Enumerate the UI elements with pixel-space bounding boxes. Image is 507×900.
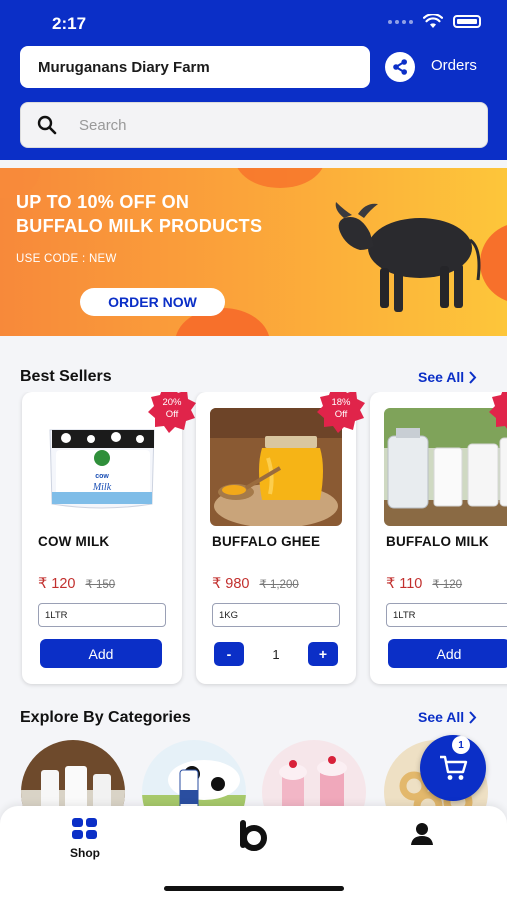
svg-text:cow: cow [95,473,109,480]
app-header: 2:17 Muruganans Diary Farm Orders [0,0,507,160]
see-all-label: See All [418,709,465,725]
badge-percent: 18% [331,397,351,408]
increment-button[interactable]: + [307,642,338,666]
search-bar[interactable] [20,102,488,148]
see-all-label: See All [418,369,465,385]
product-name: BUFFALO GHEE [212,534,321,549]
product-card[interactable]: 18% Off BUFFALO GHEE ₹ 980 ₹ 1,200 1KG - … [196,392,365,684]
status-time: 2:17 [52,14,87,33]
grid-icon [72,818,97,839]
best-sellers-carousel[interactable]: cow Milk 20% Off COW MILK ₹ 120 ₹ 150 1LT… [0,392,507,690]
brand-logo-icon [240,820,267,851]
search-input[interactable] [79,116,459,134]
nav-profile[interactable] [410,822,434,851]
best-sellers-see-all[interactable]: See All [418,369,477,385]
buffalo-image [335,202,481,312]
product-card[interactable]: BUFFALO MILK ₹ 110 ₹ 120 1LTR Add [370,392,507,684]
best-sellers-title: Best Sellers [20,368,112,385]
promo-banner[interactable]: UP TO 10% OFF ON BUFFALO MILK PRODUCTS U… [0,168,507,336]
decrement-button[interactable]: - [214,642,244,666]
orders-link[interactable]: Orders [431,57,477,74]
add-button[interactable]: Add [40,639,162,668]
share-icon [393,59,407,75]
category-item[interactable] [21,740,125,810]
order-now-button[interactable]: ORDER NOW [80,288,225,316]
product-card[interactable]: cow Milk 20% Off COW MILK ₹ 120 ₹ 150 1LT… [22,392,196,684]
wifi-icon [423,14,443,28]
categories-title: Explore By Categories [20,709,191,726]
nav-home[interactable] [236,818,270,857]
discount-badge: 18% Off [316,392,366,434]
cart-count-badge: 1 [452,736,470,754]
store-name[interactable]: Muruganans Diary Farm [20,46,370,88]
price: ₹ 980 [212,576,250,592]
price-row: ₹ 110 ₹ 120 [386,576,462,592]
banner-title-line2: BUFFALO MILK PRODUCTS [16,216,263,236]
discount-badge: 20% Off [147,392,197,434]
svg-text:Milk: Milk [92,482,112,493]
price-row: ₹ 120 ₹ 150 [38,576,115,592]
size-select[interactable]: 1LTR [38,603,166,627]
banner-title-line1: UP TO 10% OFF ON [16,192,190,212]
quantity-stepper[interactable]: - 1 + [214,642,338,666]
search-icon [37,115,57,135]
product-name: BUFFALO MILK [386,534,489,549]
nav-shop-label: Shop [70,846,100,860]
status-icons [388,14,481,29]
bottom-nav: Shop [0,806,507,900]
banner-title: UP TO 10% OFF ON BUFFALO MILK PRODUCTS [16,190,262,238]
category-item[interactable] [262,740,366,810]
cart-icon [440,755,468,780]
chevron-right-icon [469,370,477,384]
battery-icon [453,15,481,28]
product-name: COW MILK [38,534,110,549]
size-select[interactable]: 1LTR [386,603,507,627]
size-select[interactable]: 1KG [212,603,340,627]
badge-percent: 20% [162,397,182,408]
signal-icon [388,19,413,24]
price: ₹ 120 [38,576,76,592]
badge-off: Off [165,409,179,420]
quantity-value: 1 [272,646,280,662]
add-button[interactable]: Add [388,639,507,668]
category-item[interactable] [142,740,246,810]
categories-see-all[interactable]: See All [418,709,477,725]
user-icon [411,823,433,845]
share-button[interactable] [385,52,415,82]
discount-badge [488,392,507,434]
promo-code: USE CODE : NEW [16,253,117,265]
nav-shop[interactable]: Shop [62,818,108,860]
home-indicator [164,886,344,891]
mrp: ₹ 1,200 [259,579,299,591]
price-row: ₹ 980 ₹ 1,200 [212,576,299,592]
price: ₹ 110 [386,576,423,592]
mrp: ₹ 150 [85,579,116,591]
badge-off: Off [334,409,348,420]
chevron-right-icon [469,710,477,724]
mrp: ₹ 120 [432,579,463,591]
store-name-label: Muruganans Diary Farm [38,58,210,76]
